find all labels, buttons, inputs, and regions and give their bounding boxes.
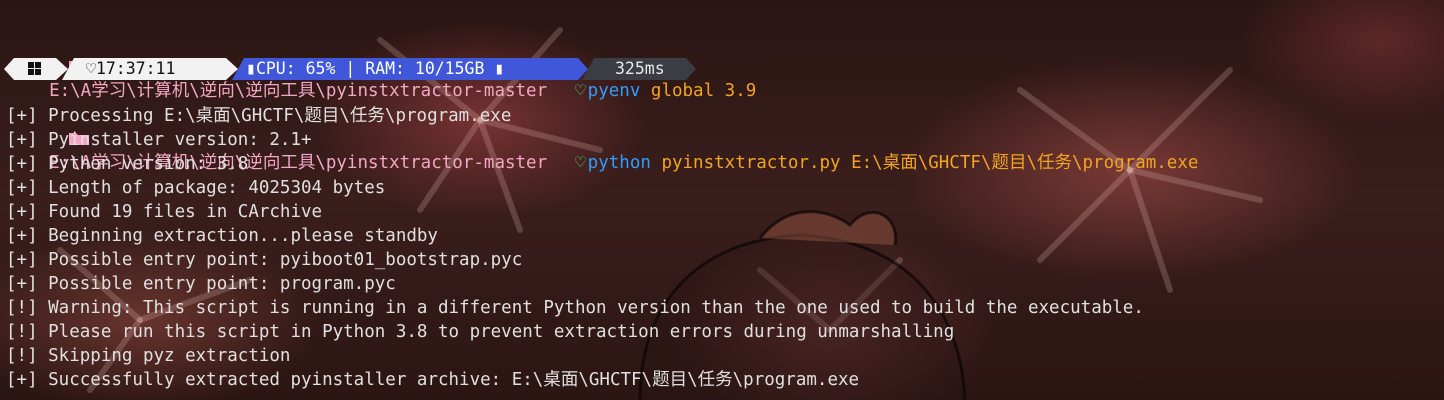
output-line: [!] Warning: This script is running in a… [6, 298, 1144, 318]
status-time: 17:37:11 [95, 59, 176, 78]
status-duration: 325ms [615, 59, 665, 78]
chip-icon-right: ▮ [494, 59, 505, 78]
output-line: [+] Beginning extraction...please standb… [6, 226, 438, 246]
output-line: [+] Possible entry point: pyiboot01_boot… [6, 250, 523, 270]
chip-icon: ▮ [246, 59, 256, 78]
output-line: [!] Skipping pyz extraction [6, 346, 291, 366]
output-line: [+] Length of package: 4025304 bytes [6, 178, 386, 198]
time-segment: ♡17:37:11 [86, 58, 175, 80]
prompt-command: python [587, 153, 651, 173]
output-line: [+] Found 19 files in CArchive [6, 202, 323, 222]
output-line: [+] Pyinstaller version: 2.1+ [6, 130, 312, 150]
output-line: [+] Possible entry point: program.pyc [6, 274, 396, 294]
status-sysinfo: CPU: 65% | RAM: 10/15GB [255, 59, 485, 78]
output-line: [+] Processing E:\桌面\GHCTF\题目\任务\program… [6, 106, 512, 126]
output-line: [+] Successfully extracted pyinstaller a… [6, 370, 860, 390]
folder-icon [27, 32, 90, 73]
prompt-line-1: E:\A学习\计算机\逆向\逆向工具\pyinstxtractor-master… [6, 8, 756, 101]
heart-clock-icon: ♡ [86, 59, 96, 78]
heart-icon: ♡ [575, 153, 586, 173]
duration-segment: 325ms [615, 58, 665, 80]
output-line: [!] Please run this script in Python 3.8… [6, 322, 955, 342]
prompt-line-2: E:\A学习\计算机\逆向\逆向工具\pyinstxtractor-master… [6, 80, 1198, 173]
prompt-args: pyinstxtractor.py E:\桌面\GHCTF\题目\任务\prog… [661, 153, 1199, 173]
output-line: [+] Python version: 3.8 [6, 154, 249, 174]
sysinfo-segment: ▮CPU: 65% | RAM: 10/15GB ▮ [246, 58, 504, 80]
